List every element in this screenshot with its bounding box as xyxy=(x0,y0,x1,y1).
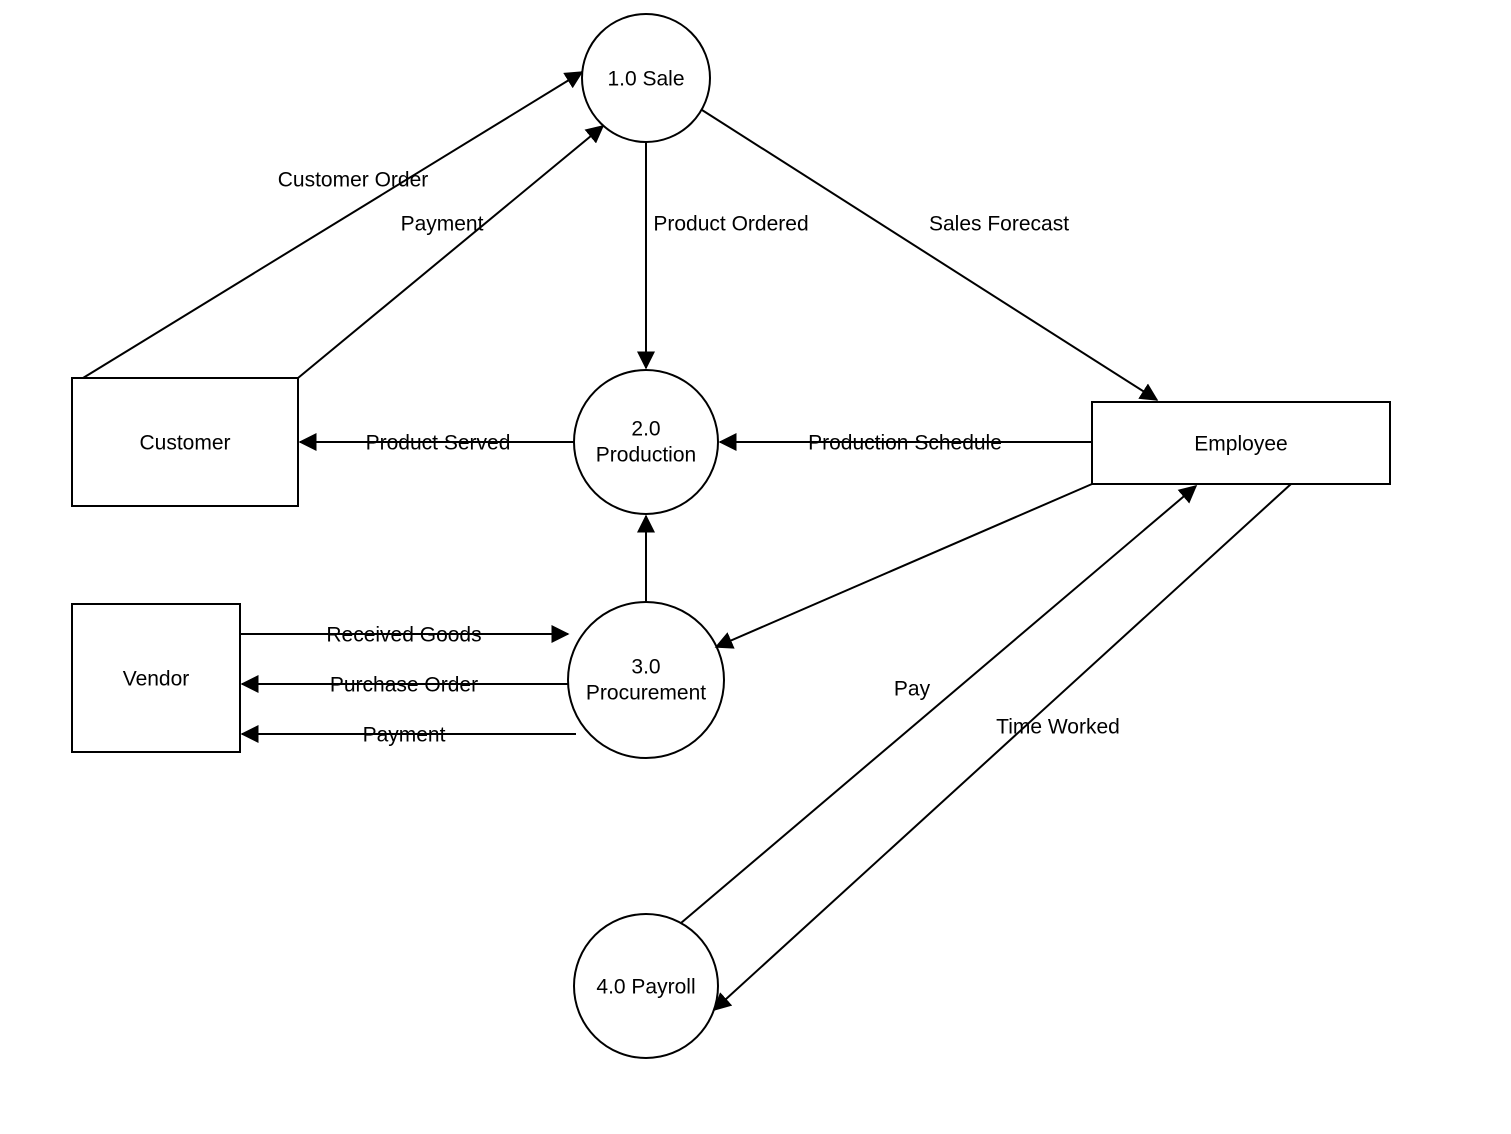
flow-sales-forecast-label: Sales Forecast xyxy=(929,213,1069,236)
flow-customer-order: Customer Order xyxy=(83,72,582,378)
flow-payment-to-vendor: Payment xyxy=(242,724,576,747)
flow-product-served: Product Served xyxy=(300,432,574,455)
process-payroll-label: 4.0 Payroll xyxy=(596,976,695,999)
flow-time-worked: Time Worked xyxy=(714,484,1291,1010)
flow-customer-order-label: Customer Order xyxy=(278,169,429,192)
flow-payment-from-customer: Payment xyxy=(298,126,603,378)
flow-product-ordered: Product Ordered xyxy=(646,142,809,368)
entity-employee: Employee xyxy=(1092,402,1390,484)
process-production: 2.0 Production xyxy=(574,370,718,514)
process-sale-label: 1.0 Sale xyxy=(607,68,684,91)
flow-production-schedule: Production Schedule xyxy=(720,432,1092,455)
flow-sales-forecast: Sales Forecast xyxy=(702,110,1157,400)
flow-product-ordered-label: Product Ordered xyxy=(653,213,808,236)
flow-production-schedule-label: Production Schedule xyxy=(808,432,1002,455)
entity-vendor-label: Vendor xyxy=(123,668,190,691)
flow-purchase-order: Purchase Order xyxy=(242,674,568,697)
entity-vendor: Vendor xyxy=(72,604,240,752)
flow-payment-to-vendor-label: Payment xyxy=(363,724,446,747)
process-production-label-1: 2.0 xyxy=(631,418,660,441)
process-sale: 1.0 Sale xyxy=(582,14,710,142)
process-procurement-label-2: Procurement xyxy=(586,682,706,705)
entity-customer: Customer xyxy=(72,378,298,506)
process-production-label-2: Production xyxy=(596,444,696,467)
flow-purchase-order-label: Purchase Order xyxy=(330,674,478,697)
process-procurement: 3.0 Procurement xyxy=(568,602,724,758)
flow-received-goods: Received Goods xyxy=(240,624,568,647)
flow-product-served-label: Product Served xyxy=(366,432,511,455)
flow-time-worked-label: Time Worked xyxy=(996,716,1120,739)
process-payroll: 4.0 Payroll xyxy=(574,914,718,1058)
flow-payment-from-customer-label: Payment xyxy=(401,213,484,236)
process-procurement-label-1: 3.0 xyxy=(631,656,660,679)
flow-pay-label: Pay xyxy=(894,678,931,701)
dfd-diagram: Customer Vendor Employee 1.0 Sale 2.0 Pr… xyxy=(0,0,1511,1134)
flow-received-goods-label: Received Goods xyxy=(326,624,481,647)
entity-employee-label: Employee xyxy=(1194,433,1287,456)
entity-customer-label: Customer xyxy=(139,432,230,455)
